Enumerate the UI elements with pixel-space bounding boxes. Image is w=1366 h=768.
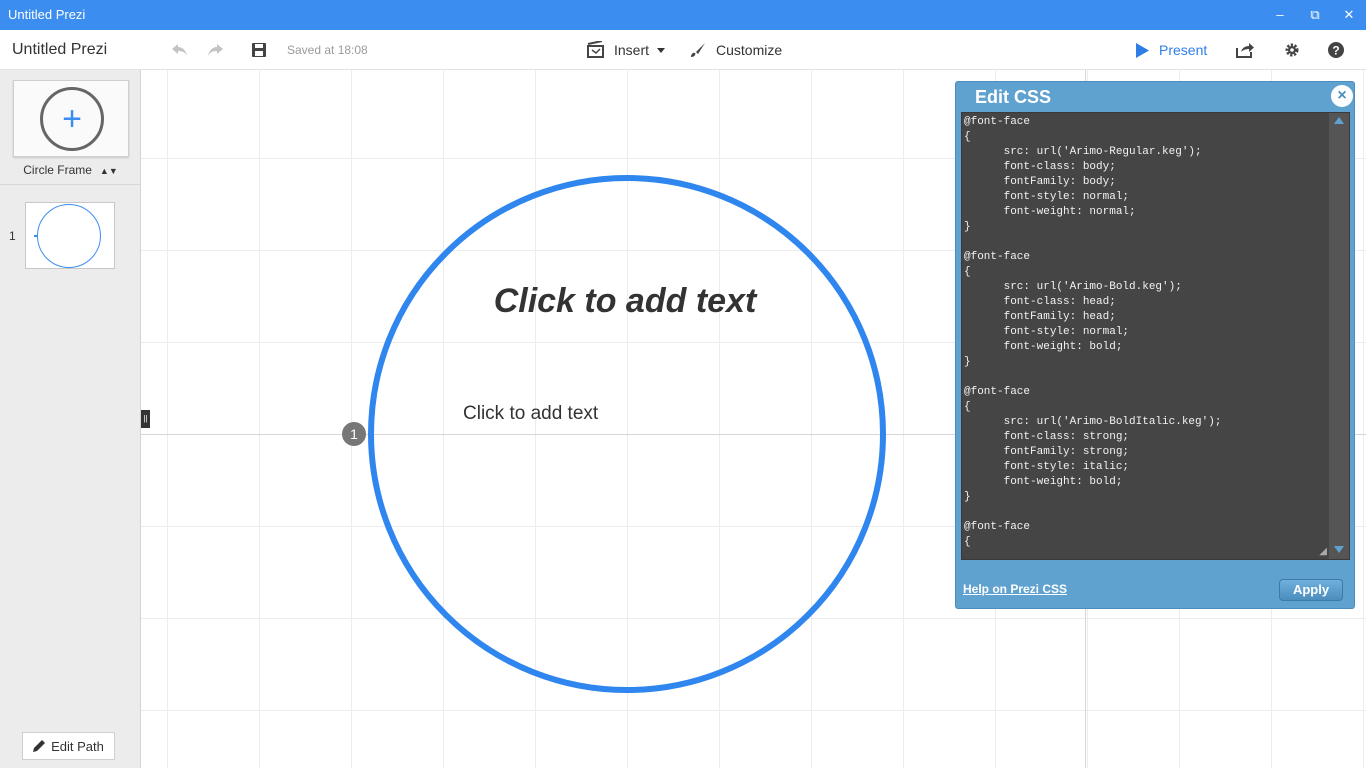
undo-icon[interactable] (170, 40, 190, 60)
restore-icon[interactable]: ⧉ (1303, 5, 1327, 25)
plus-icon: + (62, 100, 82, 138)
sidebar-drag-handle[interactable]: || (141, 410, 150, 428)
insert-icon (587, 41, 604, 58)
window-title-bar: Untitled Prezi ‒ ⧉ ✕ (0, 0, 1366, 30)
path-number-badge[interactable]: 1 (342, 422, 366, 446)
minimize-icon[interactable]: ‒ (1268, 5, 1292, 25)
sidebar-divider (0, 184, 141, 185)
save-icon[interactable] (249, 40, 269, 60)
scroll-down-icon[interactable] (1334, 546, 1344, 553)
apply-button[interactable]: Apply (1279, 579, 1343, 601)
css-code-text[interactable]: @font-face { src: url('Arimo-Regular.keg… (964, 113, 1330, 559)
css-editor[interactable]: @font-face { src: url('Arimo-Regular.keg… (961, 112, 1350, 560)
document-title[interactable]: Untitled Prezi (12, 41, 107, 59)
insert-label: Insert (614, 42, 650, 58)
top-toolbar: Untitled Prezi Saved at 18:08 Insert Cus… (0, 30, 1366, 70)
editor-scrollbar[interactable] (1329, 113, 1349, 559)
help-icon[interactable]: ? (1326, 40, 1346, 60)
scroll-up-icon[interactable] (1334, 117, 1344, 124)
brush-icon (691, 43, 705, 57)
play-icon (1136, 42, 1149, 58)
present-label: Present (1159, 42, 1208, 58)
svg-text:?: ? (1332, 44, 1339, 58)
edit-path-button[interactable]: Edit Path (22, 732, 115, 760)
pencil-icon (33, 740, 46, 752)
customize-label: Customize (716, 42, 783, 58)
help-css-link[interactable]: Help on Prezi CSS (963, 582, 1067, 596)
panel-title: Edit CSS (975, 87, 1052, 107)
resize-grip-icon[interactable]: ◢ (1319, 546, 1327, 557)
customize-button[interactable]: Customize (690, 40, 782, 60)
close-icon[interactable]: × (1331, 85, 1353, 107)
share-icon[interactable] (1235, 40, 1255, 60)
frame-type-select[interactable]: Circle Frame ▲▼ (0, 163, 141, 177)
left-sidebar: + Circle Frame ▲▼ 1 Edit Path (0, 70, 141, 768)
gear-icon[interactable] (1282, 40, 1302, 60)
edit-css-panel: Edit CSS × @font-face { src: url('Arimo-… (955, 81, 1355, 609)
close-window-icon[interactable]: ✕ (1337, 5, 1361, 25)
path-step-thumbnail[interactable] (25, 202, 115, 269)
insert-menu-button[interactable]: Insert (586, 40, 666, 60)
window-title: Untitled Prezi (8, 7, 86, 22)
edit-path-label: Edit Path (51, 738, 104, 754)
thumbnail-marker (34, 235, 37, 237)
add-frame-button[interactable]: + (13, 80, 129, 157)
redo-icon[interactable] (205, 40, 225, 60)
frame-type-label: Circle Frame (23, 163, 92, 177)
thumbnail-circle (37, 204, 101, 268)
circle-frame[interactable] (368, 175, 886, 693)
add-circle-frame-icon: + (40, 87, 104, 151)
title-text-placeholder[interactable]: Click to add text (392, 282, 858, 321)
caret-down-icon (657, 47, 666, 53)
saved-status: Saved at 18:08 (287, 43, 368, 57)
path-step-number: 1 (9, 229, 16, 243)
body-text-placeholder[interactable]: Click to add text (463, 403, 598, 425)
select-arrows-icon: ▲▼ (99, 166, 118, 176)
present-button[interactable]: Present (1136, 40, 1207, 60)
